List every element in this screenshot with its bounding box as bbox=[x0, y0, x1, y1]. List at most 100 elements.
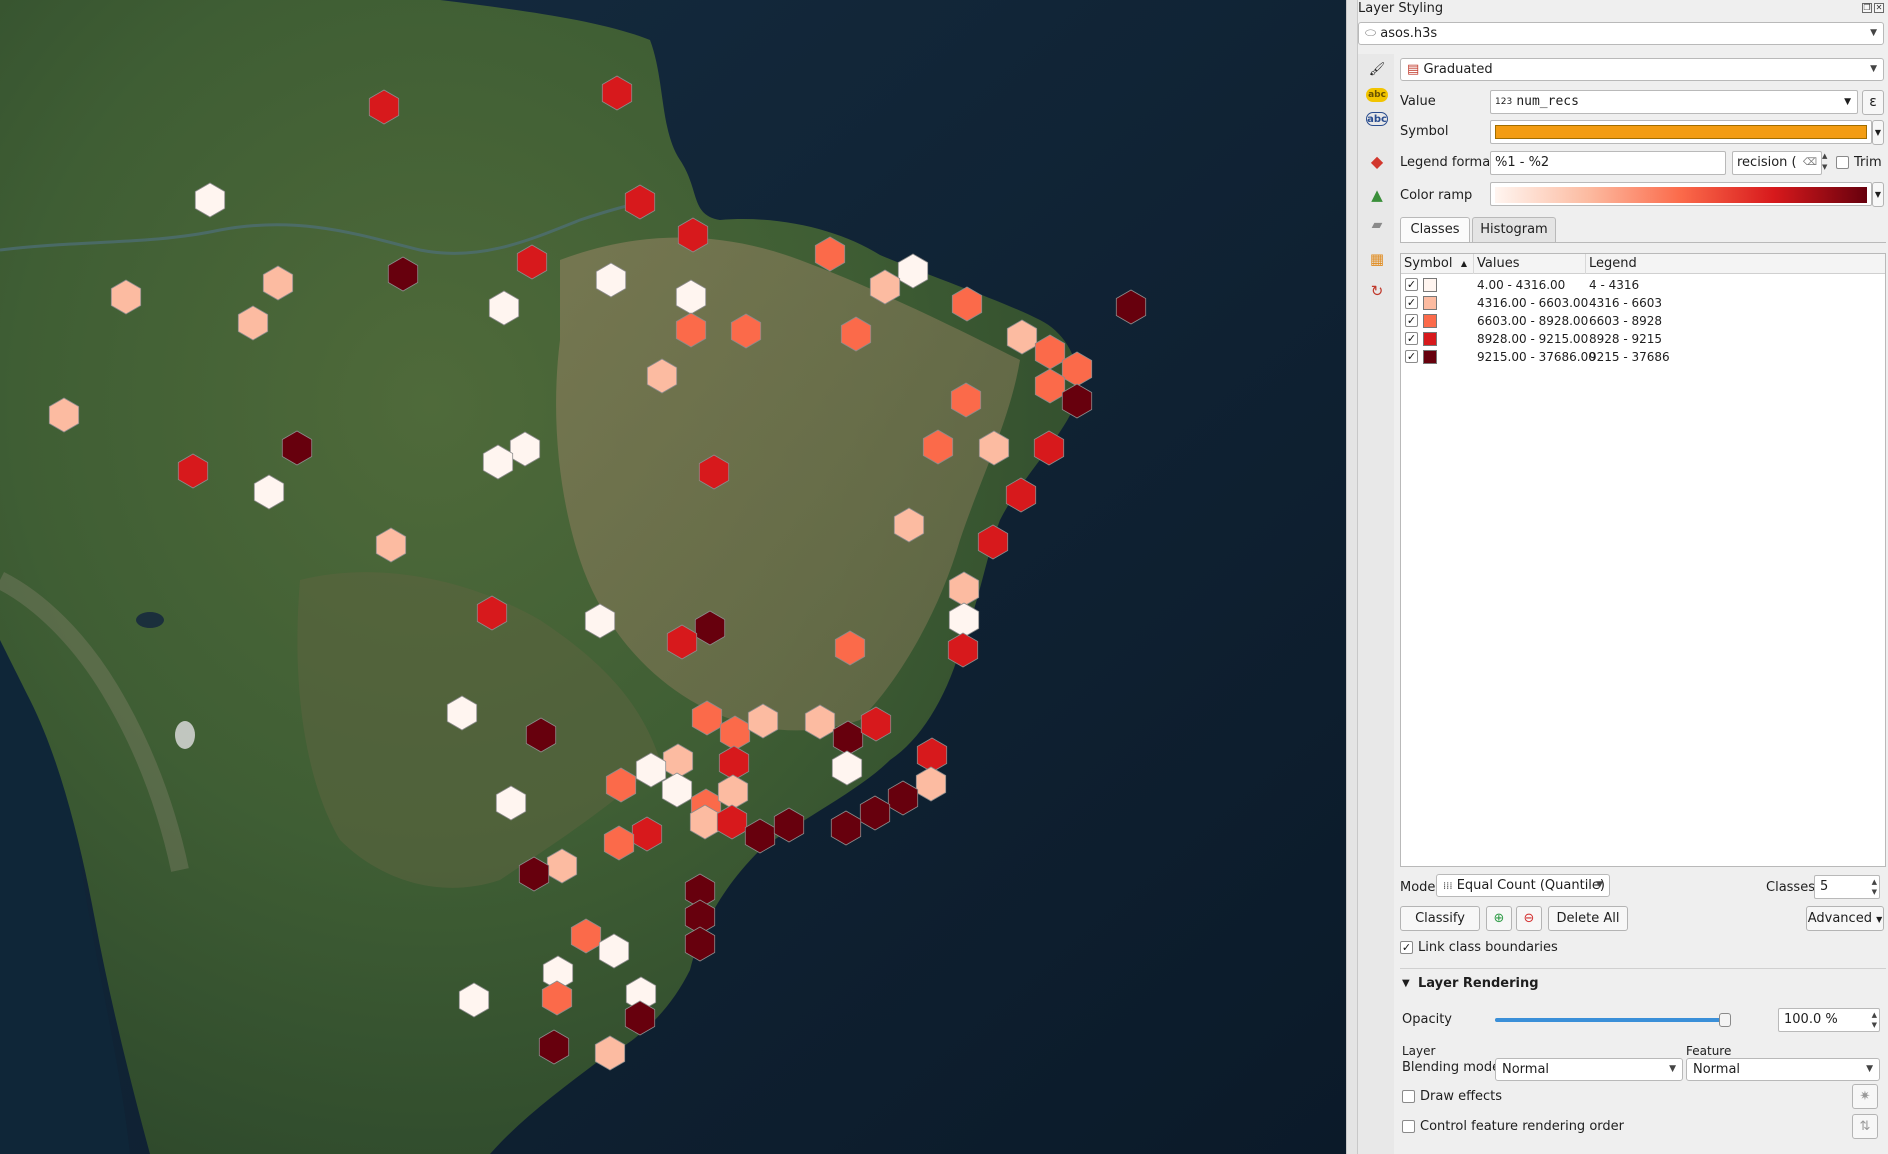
class-row[interactable]: ✓ 4316.00 - 6603.00 4316 - 6603 bbox=[1401, 294, 1885, 312]
paint-brush-icon[interactable]: 🖌 bbox=[1366, 58, 1388, 80]
classes-count-spinbox[interactable]: 5 ▲ ▼ bbox=[1814, 875, 1880, 899]
class-values[interactable]: 6603.00 - 8928.00 bbox=[1477, 312, 1588, 330]
3d-view-icon[interactable]: ◆ bbox=[1366, 150, 1388, 172]
color-ramp-dropdown-arrow[interactable]: ▼ bbox=[1872, 182, 1884, 207]
remove-class-button[interactable]: ⊖ bbox=[1516, 906, 1542, 931]
blending-mode-text: Blending mode bbox=[1402, 1060, 1501, 1075]
blend-feature-text: Normal bbox=[1693, 1062, 1741, 1077]
blend-layer-combo[interactable]: Normal ▼ bbox=[1495, 1058, 1683, 1081]
advanced-button[interactable]: Advanced ▼ bbox=[1806, 906, 1884, 931]
class-legend[interactable]: 6603 - 8928 bbox=[1589, 312, 1662, 330]
column-header-legend[interactable]: Legend bbox=[1586, 254, 1886, 274]
class-row[interactable]: ✓ 9215.00 - 37686.00 9215 - 37686 bbox=[1401, 348, 1885, 366]
class-color-swatch[interactable] bbox=[1423, 314, 1437, 328]
add-class-button[interactable]: ⊕ bbox=[1486, 906, 1512, 931]
opacity-slider-track[interactable] bbox=[1495, 1018, 1725, 1022]
panel-window-buttons: ❐ ✕ bbox=[1862, 3, 1884, 13]
fields-icon[interactable]: ▰ bbox=[1366, 214, 1388, 236]
history-icon[interactable]: ↻ bbox=[1366, 280, 1388, 302]
value-field[interactable]: 123 num_recs ▼ bbox=[1490, 90, 1858, 114]
opacity-label: Opacity bbox=[1402, 1012, 1453, 1027]
class-row[interactable]: ✓ 4.00 - 4316.00 4 - 4316 bbox=[1401, 276, 1885, 294]
opacity-spinbox[interactable]: 100.0 % ▲ ▼ bbox=[1778, 1008, 1880, 1032]
class-color-swatch[interactable] bbox=[1423, 332, 1437, 346]
class-visible-checkbox[interactable]: ✓ bbox=[1405, 314, 1418, 327]
elevation-icon[interactable]: ▦ bbox=[1366, 248, 1388, 270]
tab-classes[interactable]: Classes bbox=[1400, 217, 1470, 243]
class-legend[interactable]: 4316 - 6603 bbox=[1589, 294, 1662, 312]
labels-icon[interactable]: abc bbox=[1366, 88, 1388, 102]
class-visible-checkbox[interactable]: ✓ bbox=[1405, 332, 1418, 345]
chevron-down-icon: ▼ bbox=[1596, 880, 1603, 890]
class-values[interactable]: 8928.00 - 9215.00 bbox=[1477, 330, 1588, 348]
masks-icon[interactable]: abc bbox=[1366, 112, 1388, 126]
legend-format-field[interactable]: %1 - %2 bbox=[1490, 151, 1726, 175]
blending-mode-label: Blending mode bbox=[1402, 1060, 1500, 1075]
precision-spinbox[interactable]: recision ( ⌫ bbox=[1732, 151, 1822, 175]
chevron-down-icon: ▼ bbox=[1844, 97, 1851, 107]
draw-effects-label: Draw effects bbox=[1420, 1089, 1503, 1104]
control-order-label: Control feature rendering order bbox=[1420, 1119, 1624, 1134]
draw-effects-checkbox[interactable] bbox=[1402, 1090, 1415, 1103]
class-visible-checkbox[interactable]: ✓ bbox=[1405, 296, 1418, 309]
class-visible-checkbox[interactable]: ✓ bbox=[1405, 278, 1418, 291]
mode-text: Equal Count (Quantile) bbox=[1456, 878, 1605, 893]
opacity-value: 100.0 % bbox=[1784, 1012, 1838, 1027]
salt-flat bbox=[175, 721, 195, 749]
column-header-symbol[interactable]: Symbol ▲ bbox=[1401, 254, 1474, 274]
class-color-swatch[interactable] bbox=[1423, 296, 1437, 310]
blend-feature-combo[interactable]: Normal ▼ bbox=[1686, 1058, 1880, 1081]
class-color-swatch[interactable] bbox=[1423, 350, 1437, 364]
renderer-combo[interactable]: ▤ Graduated ▼ bbox=[1400, 58, 1884, 81]
classify-button[interactable]: Classify bbox=[1400, 906, 1480, 931]
class-legend[interactable]: 9215 - 37686 bbox=[1589, 348, 1670, 366]
value-type-prefix: 123 bbox=[1495, 97, 1513, 107]
class-values[interactable]: 4316.00 - 6603.00 bbox=[1477, 294, 1588, 312]
tab-histogram[interactable]: Histogram bbox=[1472, 217, 1556, 243]
feature-sub-label: Feature bbox=[1686, 1044, 1732, 1058]
mode-combo[interactable]: ⁞⁞⁞ Equal Count (Quantile) ▼ bbox=[1436, 874, 1610, 897]
column-header-values[interactable]: Values bbox=[1474, 254, 1586, 274]
class-values[interactable]: 9215.00 - 37686.00 bbox=[1477, 348, 1596, 366]
expression-button[interactable]: ε bbox=[1862, 90, 1884, 115]
class-color-swatch[interactable] bbox=[1423, 278, 1437, 292]
precision-stepper[interactable]: ▲ ▼ bbox=[1822, 151, 1827, 173]
link-boundaries-checkbox[interactable]: ✓ bbox=[1400, 941, 1413, 954]
class-visible-checkbox[interactable]: ✓ bbox=[1405, 350, 1418, 363]
stepper-icon[interactable]: ▲ ▼ bbox=[1872, 1010, 1877, 1030]
clear-icon[interactable]: ⌫ bbox=[1803, 152, 1817, 174]
delete-all-button[interactable]: Delete All bbox=[1548, 906, 1628, 931]
effects-settings-button[interactable]: ✷ bbox=[1852, 1084, 1878, 1109]
stepper-icon[interactable]: ▲ ▼ bbox=[1872, 877, 1877, 897]
classes-table[interactable]: Symbol ▲ Values Legend ✓ 4.00 - 4316.00 4 … bbox=[1400, 253, 1886, 867]
class-legend[interactable]: 4 - 4316 bbox=[1589, 276, 1639, 294]
symbol-button[interactable] bbox=[1490, 120, 1872, 144]
opacity-slider-handle[interactable] bbox=[1719, 1013, 1731, 1027]
layer-rendering-heading[interactable]: Layer Rendering bbox=[1418, 976, 1539, 991]
layer-combo[interactable]: ⬭ asos.h3s ▼ bbox=[1358, 22, 1884, 45]
diagrams-icon[interactable]: ▲ bbox=[1366, 184, 1388, 206]
layer-icon: ⬭ bbox=[1365, 26, 1377, 41]
control-order-checkbox[interactable] bbox=[1402, 1120, 1415, 1133]
float-icon[interactable]: ❐ bbox=[1862, 3, 1872, 13]
class-legend[interactable]: 8928 - 9215 bbox=[1589, 330, 1662, 348]
class-row[interactable]: ✓ 8928.00 - 9215.00 8928 - 9215 bbox=[1401, 330, 1885, 348]
trim-checkbox[interactable] bbox=[1836, 156, 1849, 169]
order-settings-button[interactable]: ⇅ bbox=[1852, 1114, 1878, 1139]
column-symbol-label: Symbol bbox=[1404, 256, 1453, 271]
color-ramp-preview bbox=[1495, 187, 1867, 203]
link-boundaries-label: Link class boundaries bbox=[1418, 940, 1558, 955]
legend-format-label: Legend format bbox=[1400, 155, 1496, 170]
quantile-icon: ⁞⁞⁞ bbox=[1443, 881, 1453, 892]
color-ramp-button[interactable] bbox=[1490, 182, 1872, 206]
class-row[interactable]: ✓ 6603.00 - 8928.00 6603 - 8928 bbox=[1401, 312, 1885, 330]
class-values[interactable]: 4.00 - 4316.00 bbox=[1477, 276, 1565, 294]
symbol-dropdown-arrow[interactable]: ▼ bbox=[1872, 120, 1884, 145]
lake bbox=[136, 612, 164, 628]
map-canvas[interactable] bbox=[0, 0, 1346, 1154]
close-icon[interactable]: ✕ bbox=[1874, 3, 1884, 13]
panel-splitter[interactable] bbox=[1346, 0, 1358, 1154]
collapse-triangle-icon[interactable]: ▼ bbox=[1402, 978, 1410, 989]
color-ramp-label: Color ramp bbox=[1400, 188, 1473, 203]
chevron-down-icon: ▼ bbox=[1669, 1064, 1676, 1074]
